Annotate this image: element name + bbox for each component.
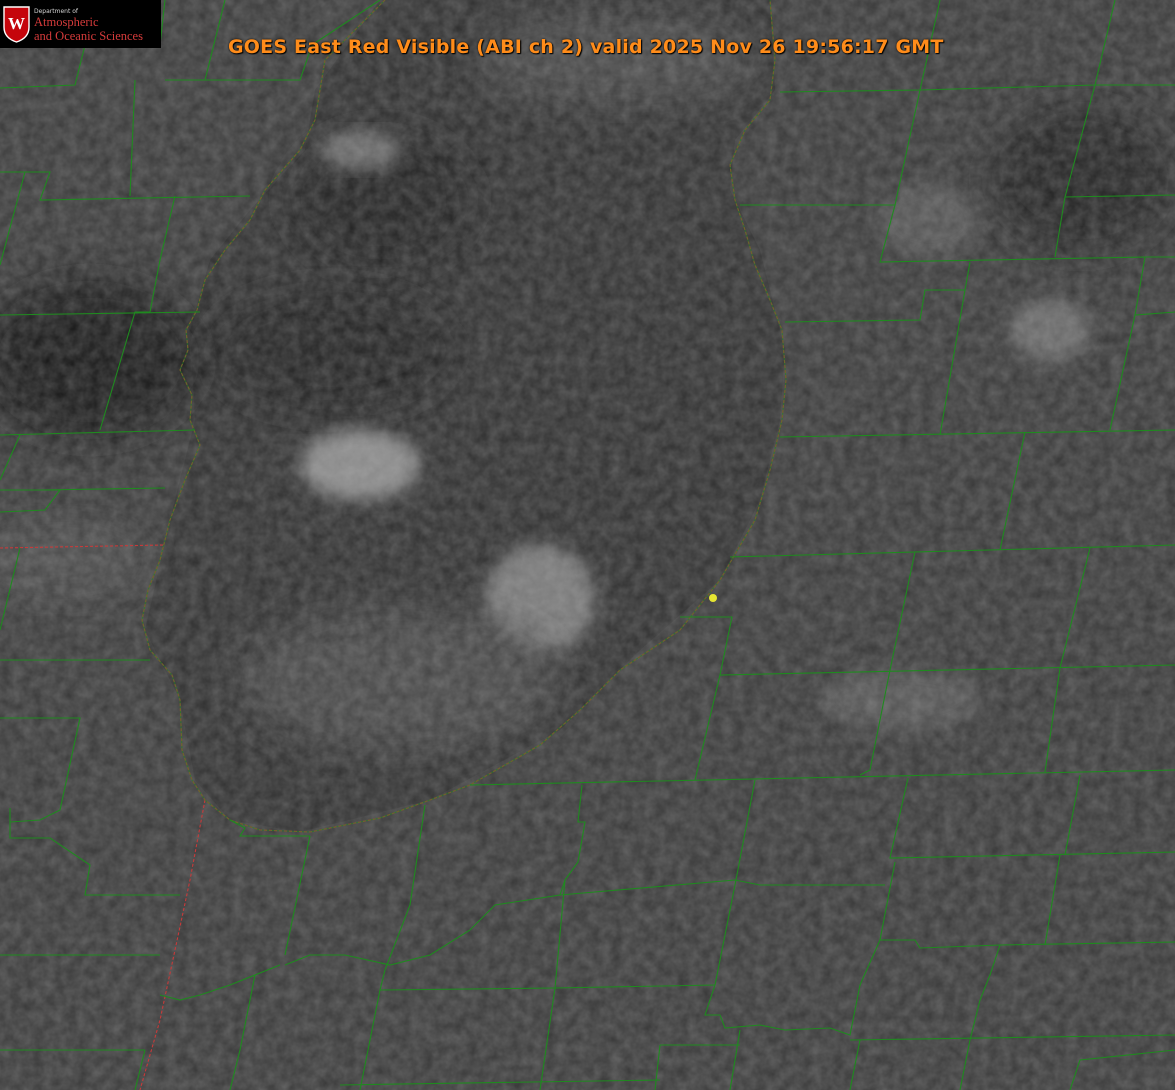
logo-line-1: Atmospheric — [34, 15, 99, 29]
satellite-image — [0, 0, 1175, 1090]
logo-line-2: and Oceanic Sciences — [34, 29, 143, 43]
uw-crest-icon: W — [3, 6, 30, 43]
seal-letter: W — [8, 14, 25, 33]
logo-department-text: Department of — [34, 8, 78, 15]
logo-banner: W Department of Atmospheric and Oceanic … — [0, 0, 161, 48]
location-marker — [709, 594, 717, 602]
image-title: GOES East Red Visible (ABI ch 2) valid 2… — [228, 36, 944, 58]
